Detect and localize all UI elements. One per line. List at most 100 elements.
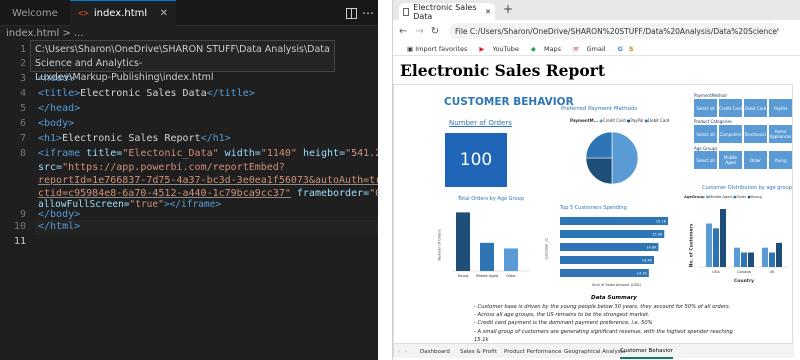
slicer-button[interactable]: Electronics [744,125,767,143]
bar[interactable] [560,217,668,225]
bookmark-maps[interactable]: ◆ Maps [531,45,567,53]
more-icon[interactable]: ⋯ [362,0,374,26]
code-line[interactable]: src="https://app.powerbi.com/reportEmbed… [38,162,285,173]
bar[interactable] [720,209,726,267]
bar[interactable] [769,252,775,268]
slicer-button[interactable]: Computers [719,125,742,143]
summary-line: - Customer base is driven by the young p… [474,304,731,310]
back-icon[interactable]: ← [399,26,407,37]
code-token: reportId=1e766837-7d75-4a37-bc3d-3e0ea1f… [38,175,378,186]
bar[interactable] [734,247,740,267]
bookmark-s[interactable]: S [629,45,634,53]
browser-window: Electronic Sales Data ✕ + ← → ↻ File C:/… [392,0,800,360]
code-token: "541.25" [345,148,378,159]
code-line[interactable]: </body> [38,209,80,220]
code-line[interactable]: <h1>Electronic Sales Report</h1> [38,133,231,144]
bar[interactable] [776,242,782,267]
tick-label: UK [770,270,776,274]
code-line[interactable]: <title>Electronic Sales Data</title> [38,88,255,99]
bar[interactable] [560,243,659,251]
code-line[interactable]: reportId=1e766837-7d75-4a37-bc3d-3e0ea1f… [38,175,378,186]
slicer-button[interactable]: Older [744,151,767,169]
page-tab-sales-profit[interactable]: Sales & Profit [460,344,497,359]
code-line[interactable]: </head> [38,103,80,114]
pie-slice[interactable] [611,131,639,185]
page-icon [403,7,410,16]
code-line[interactable]: ctid=c95984e8-6a70-4512-a440-1c79bca9cc3… [38,188,378,199]
slicer-button[interactable]: Select all [694,99,717,117]
powerbi-report[interactable]: CUSTOMER BEHAVIOR Number of Orders 100 P… [393,84,794,359]
next-page-icon[interactable]: › [405,344,407,359]
page-tab-geographical-analysis[interactable]: Geographical Analysis [564,344,625,359]
forward-icon[interactable]: → [415,26,423,37]
line-number: 1 [19,44,26,55]
summary-title: Data Summary [591,295,637,301]
page-tab-dashboard[interactable]: Dashboard [420,344,450,359]
bookmark-label: YouTube [492,44,519,53]
browser-tab[interactable]: Electronic Sales Data ✕ [399,2,495,21]
path-tooltip-line: C:\Users\Sharon\OneDrive\SHARON STUFF\Da… [35,44,330,69]
prev-page-icon[interactable]: ‹ [398,344,400,359]
bar[interactable] [713,228,719,267]
code-line[interactable]: </html> [38,221,80,232]
code-token: src= [38,162,63,173]
bar[interactable] [560,230,665,238]
breadcrumb[interactable]: index.html > ... [6,28,84,39]
browser-tab-title: Electronic Sales Data [413,2,477,21]
slicer-button[interactable]: Middle Aged [719,151,742,169]
slicer-button[interactable]: Credit Card [719,99,742,117]
split-editor-icon[interactable] [346,0,357,26]
bar[interactable] [560,269,649,277]
close-icon[interactable]: ✕ [485,8,491,16]
refresh-icon[interactable]: ↻ [431,26,439,37]
slicer-button[interactable]: Select all [694,125,717,143]
line-number: 6 [19,118,26,129]
tab-welcome[interactable]: Welcome [0,0,62,26]
maps-icon: ◆ [530,44,536,53]
slicer-button[interactable]: PayPal [769,99,792,117]
bar[interactable] [560,256,654,264]
bookmark-gmail[interactable]: ✉ Gmail [573,45,612,53]
bookmark-import-favorites[interactable]: ▣ Import favorites [407,45,473,53]
new-tab-button[interactable]: + [503,2,513,16]
top5-chart-xlabel: Sum of Sales Amount (USD) [592,283,641,287]
code-token: frameborder= [290,188,370,199]
pie-slice[interactable] [585,131,613,159]
dist-bar-chart[interactable]: USA Canada UK [694,203,790,281]
bar[interactable] [706,223,712,268]
slicer-title: Product Categories [694,119,733,124]
code-token: "0" [369,188,378,199]
code-token: height= [296,148,346,159]
tab-index-html[interactable]: <> index.html ✕ [70,0,176,26]
page-tab-customer-behavior[interactable]: Customer Behavior [620,344,673,359]
code-line[interactable]: <body> [38,118,74,129]
summary-line: - Across all age groups, the US remains … [474,312,650,319]
code-token: "true" [129,199,164,210]
payment-pie-chart[interactable] [584,130,640,186]
bar[interactable] [456,212,470,271]
bar[interactable] [741,252,747,268]
nav-bar: ← → ↻ File C:/Users/Sharon/OneDrive/SHAR… [393,20,800,42]
address-bar[interactable]: File C:/Users/Sharon/OneDrive/SHARON%20S… [449,23,779,39]
path-tooltip: C:\Users\Sharon\OneDrive\SHARON STUFF\Da… [30,40,335,83]
slicer-button[interactable]: Young [769,151,792,169]
top5-bar-chart[interactable]: 15.1K 15.0K 14.6K 14.4K 14.1K [552,213,684,285]
bar[interactable] [504,248,518,271]
code-token: </html> [38,221,81,232]
bar[interactable] [480,242,494,271]
slicer-button[interactable]: Home Appliances [769,125,792,143]
age-bar-chart[interactable]: Young Middle Aged Older [442,203,532,285]
page-tab-product-performance[interactable]: Product Performance [504,344,561,359]
bookmark-youtube[interactable]: ▶ YouTube [479,45,525,53]
bar[interactable] [762,247,768,267]
dist-legend-item: Older [736,195,747,199]
tick-label: Older [506,274,516,278]
tab-index-html-label: index.html [93,8,148,19]
code-line[interactable]: <iframe title="Electonic_Data" width="11… [38,148,378,159]
close-icon[interactable]: ✕ [160,8,168,19]
bar[interactable] [748,252,754,268]
slicer-button[interactable]: Select all [694,151,717,169]
bookmark-g[interactable]: G [618,45,623,53]
slicer-button[interactable]: Debit Card [744,99,767,117]
pie-slice[interactable] [585,157,613,185]
